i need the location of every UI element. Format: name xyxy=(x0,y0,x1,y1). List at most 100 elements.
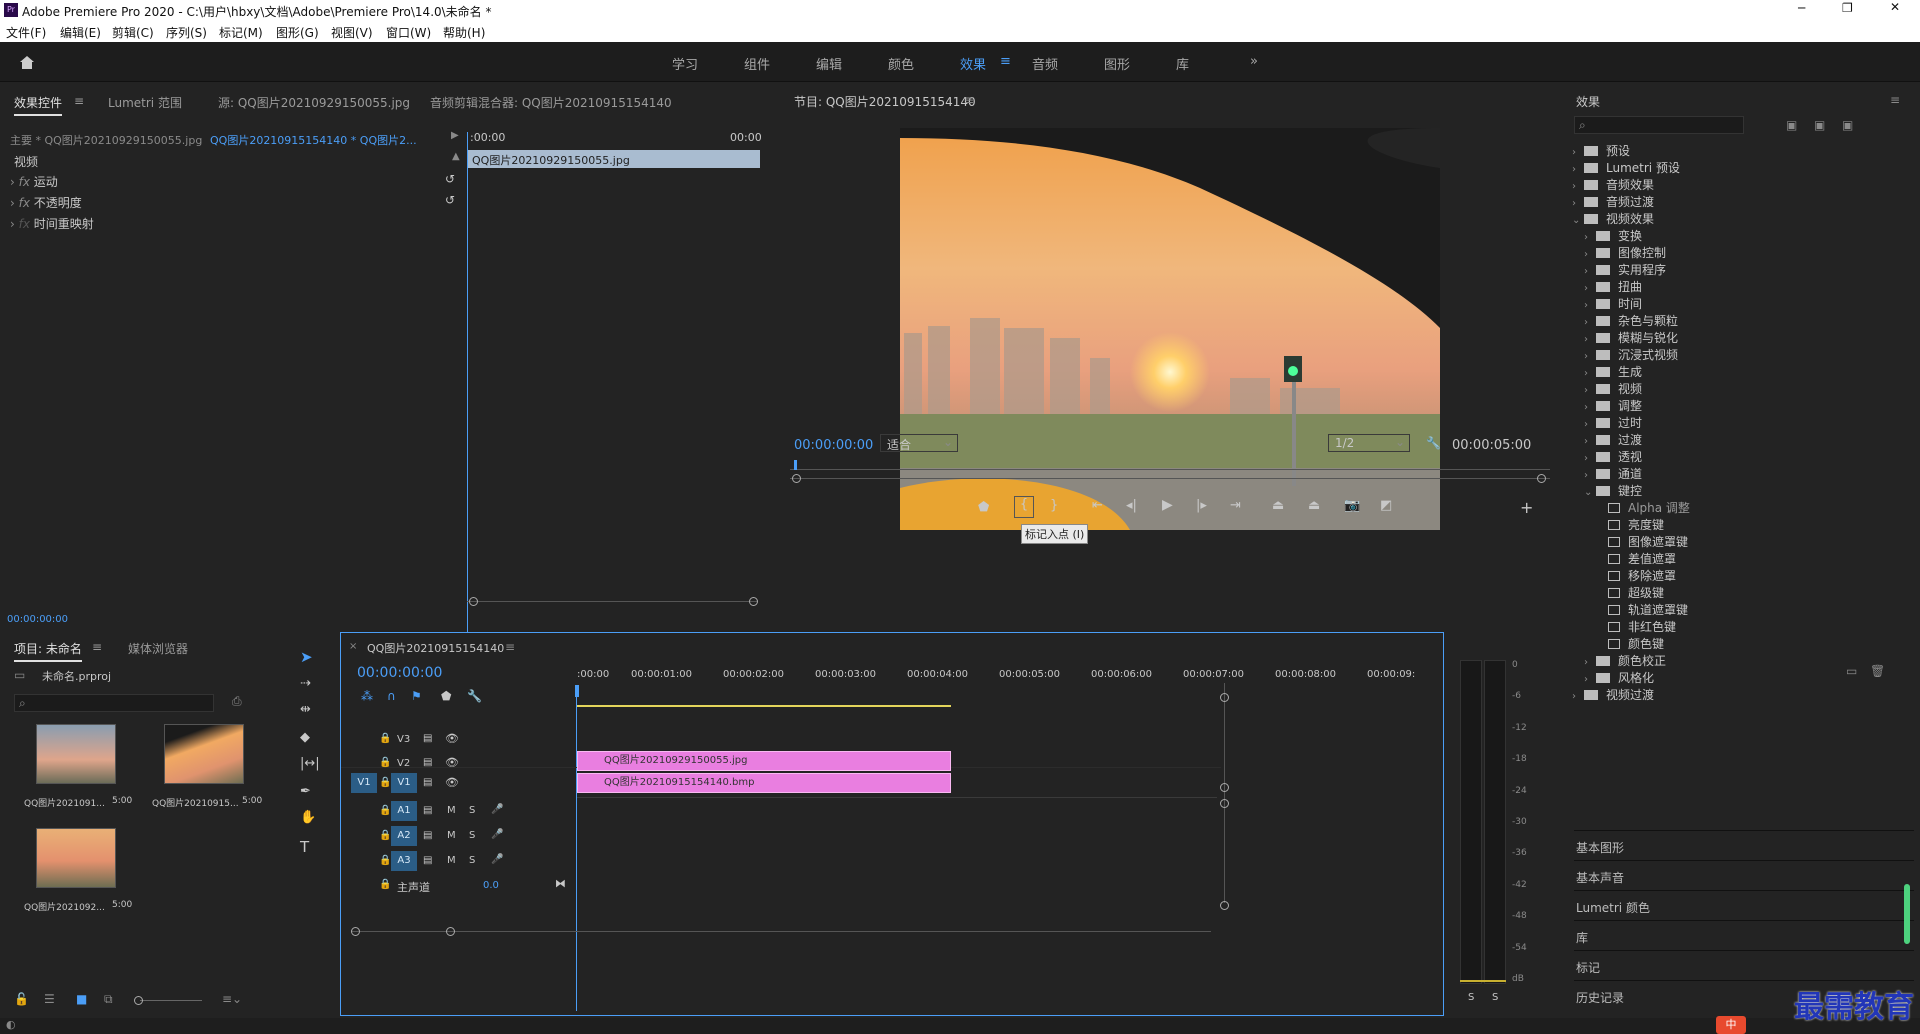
effects-preset[interactable]: 差值遮罩 xyxy=(1572,550,1912,567)
menu-file[interactable]: 文件(F) xyxy=(6,24,46,41)
ripple-edit-icon[interactable]: ⇹ xyxy=(300,702,311,717)
effects-folder[interactable]: › 生成 xyxy=(1572,363,1912,380)
chevron-right-icon[interactable]: › xyxy=(1572,164,1584,175)
razor-tool-icon[interactable]: ◆ xyxy=(300,730,310,745)
chevron-right-icon[interactable]: › xyxy=(1584,674,1596,685)
timeline-clip-v1[interactable]: QQ图片20210915154140.bmp xyxy=(577,773,951,793)
menu-edit[interactable]: 编辑(E) xyxy=(60,24,101,41)
effects-folder[interactable]: › 沉浸式视频 xyxy=(1572,346,1912,363)
slip-tool-icon[interactable]: |↔| xyxy=(300,756,320,771)
effects-folder[interactable]: ⌄ 键控 xyxy=(1572,482,1912,499)
a3-mute[interactable]: M xyxy=(447,855,456,866)
panel-libraries[interactable]: 库 xyxy=(1574,920,1914,948)
add-marker-icon[interactable]: ⬟ xyxy=(978,500,989,515)
button-editor-plus-icon[interactable]: + xyxy=(1520,498,1533,517)
time-ruler[interactable]: :00:00 00:00:01:00 00:00:02:00 00:00:03:… xyxy=(577,663,1437,687)
32bit-effects-icon[interactable]: ▣ xyxy=(1814,118,1825,132)
chevron-right-icon[interactable]: › xyxy=(1584,351,1596,362)
solo-right[interactable]: S xyxy=(1492,992,1498,1003)
a2-target[interactable]: A2 xyxy=(391,826,417,846)
chevron-right-icon[interactable]: › xyxy=(1584,300,1596,311)
a1-lock-icon[interactable]: 🔒 xyxy=(379,805,391,816)
mark-in-icon[interactable]: { xyxy=(1014,496,1034,518)
delete-icon[interactable]: 🗑 xyxy=(1870,664,1885,678)
timeline-clip-v2[interactable]: QQ图片20210929150055.jpg xyxy=(577,751,951,771)
a2-lock-icon[interactable]: 🔒 xyxy=(379,830,391,841)
effect-opacity[interactable]: › fx 不透明度 xyxy=(10,194,82,211)
ec-zoom-handle-left[interactable] xyxy=(469,597,478,606)
snap-icon[interactable]: ∩ xyxy=(387,689,396,703)
menu-view[interactable]: 视图(V) xyxy=(331,24,373,41)
program-zoom-right[interactable] xyxy=(1537,474,1546,483)
effects-search-input[interactable]: ⌕ xyxy=(1574,116,1744,134)
effects-preset[interactable]: 颜色键 xyxy=(1572,635,1912,652)
tab-menu-icon[interactable]: ≡ xyxy=(74,94,84,108)
selection-tool-icon[interactable]: ➤ xyxy=(300,648,313,666)
accelerated-effects-icon[interactable]: ▣ xyxy=(1786,118,1797,132)
a3-solo[interactable]: S xyxy=(469,855,475,866)
effects-folder[interactable]: › 实用程序 xyxy=(1572,261,1912,278)
effects-folder[interactable]: › 通道 xyxy=(1572,465,1912,482)
mark-out-icon[interactable]: } xyxy=(1050,498,1058,513)
menu-help[interactable]: 帮助(H) xyxy=(443,24,485,41)
effects-folder[interactable]: ⌄ 视频效果 xyxy=(1572,210,1912,227)
chevron-right-icon[interactable]: › xyxy=(1584,266,1596,277)
ws-menu-icon[interactable]: ≡ xyxy=(1000,54,1011,69)
chevron-right-icon[interactable]: › xyxy=(1584,385,1596,396)
tab-media-browser[interactable]: 媒体浏览器 xyxy=(128,640,188,657)
icon-view-icon[interactable]: ■ xyxy=(76,992,87,1006)
effects-folder[interactable]: › 颜色校正 xyxy=(1572,652,1912,669)
master-clip-label[interactable]: 主要 * QQ图片20210929150055.jpg xyxy=(10,132,202,148)
h-scroll-right[interactable] xyxy=(446,927,455,936)
effects-preset[interactable]: 亮度键 xyxy=(1572,516,1912,533)
h-scroll-left[interactable] xyxy=(351,927,360,936)
program-playhead[interactable] xyxy=(794,460,797,470)
step-back-icon[interactable]: ◂| xyxy=(1126,498,1137,513)
go-to-end-icon[interactable]: ⧓ xyxy=(555,877,566,890)
a-scroll-top[interactable] xyxy=(1220,799,1229,808)
ec-timecode[interactable]: 00:00:00:00 xyxy=(7,614,68,625)
v1-eye-icon[interactable]: 👁 xyxy=(445,776,459,789)
track-select-icon[interactable]: ⇢ xyxy=(300,676,311,691)
nest-icon[interactable]: ⁂ xyxy=(361,689,373,703)
chevron-right-icon[interactable]: › xyxy=(1584,317,1596,328)
effects-folder[interactable]: › 音频过渡 xyxy=(1572,193,1912,210)
effects-folder[interactable]: › 透视 xyxy=(1572,448,1912,465)
menu-marker[interactable]: 标记(M) xyxy=(219,24,263,41)
zoom-slider-handle[interactable] xyxy=(134,996,143,1005)
effects-preset[interactable]: Alpha 调整 xyxy=(1572,499,1912,516)
extract-icon[interactable]: ⏏ xyxy=(1308,498,1320,513)
effects-preset[interactable]: 轨道遮罩键 xyxy=(1572,601,1912,618)
timeline-timecode[interactable]: 00:00:00:00 xyxy=(357,665,442,681)
ec-clip-bar[interactable]: QQ图片20210929150055.jpg xyxy=(468,150,760,168)
ws-audio[interactable]: 音频 xyxy=(1032,54,1058,73)
project-item[interactable]: QQ图片20210915... 5:00 xyxy=(146,724,268,826)
tab-effect-controls[interactable]: 效果控件 xyxy=(14,94,63,116)
side-scrollbar[interactable] xyxy=(1904,884,1910,944)
a1-mic-icon[interactable]: 🎤 xyxy=(491,804,503,815)
timeline-menu-icon[interactable]: ≡ xyxy=(505,640,515,654)
effects-folder[interactable]: › 调整 xyxy=(1572,397,1912,414)
chevron-right-icon[interactable]: › xyxy=(1584,453,1596,464)
panel-essential-sound[interactable]: 基本声音 xyxy=(1574,860,1914,888)
scroll-up-icon[interactable]: ▲ xyxy=(452,151,460,162)
ws-overflow-icon[interactable]: » xyxy=(1250,54,1258,69)
a1-solo[interactable]: S xyxy=(469,805,475,816)
project-item[interactable]: QQ图片2021091... 5:00 xyxy=(20,724,142,826)
panel-markers[interactable]: 标记 xyxy=(1574,950,1914,978)
chevron-right-icon[interactable]: › xyxy=(1584,419,1596,430)
a1-mute[interactable]: M xyxy=(447,805,456,816)
chevron-right-icon[interactable]: › xyxy=(1584,402,1596,413)
v2-eye-icon[interactable]: 👁 xyxy=(445,756,459,769)
a1-target[interactable]: A1 xyxy=(391,801,417,821)
v3-lock-icon[interactable]: 🔒 xyxy=(379,733,391,744)
solo-left[interactable]: S xyxy=(1468,992,1474,1003)
v1-sync-icon[interactable]: ▤ xyxy=(423,777,432,788)
tab-lumetri-scopes[interactable]: Lumetri 范围 xyxy=(108,94,182,111)
compare-view-icon[interactable]: ◩ xyxy=(1380,498,1392,513)
reset-motion-icon[interactable]: ↺ xyxy=(445,172,455,186)
chevron-down-icon[interactable]: ⌄ xyxy=(1572,215,1584,226)
ec-playhead[interactable] xyxy=(467,132,468,688)
chevron-right-icon[interactable]: › xyxy=(1584,657,1596,668)
minimize-icon[interactable]: ─ xyxy=(1798,1,1805,15)
